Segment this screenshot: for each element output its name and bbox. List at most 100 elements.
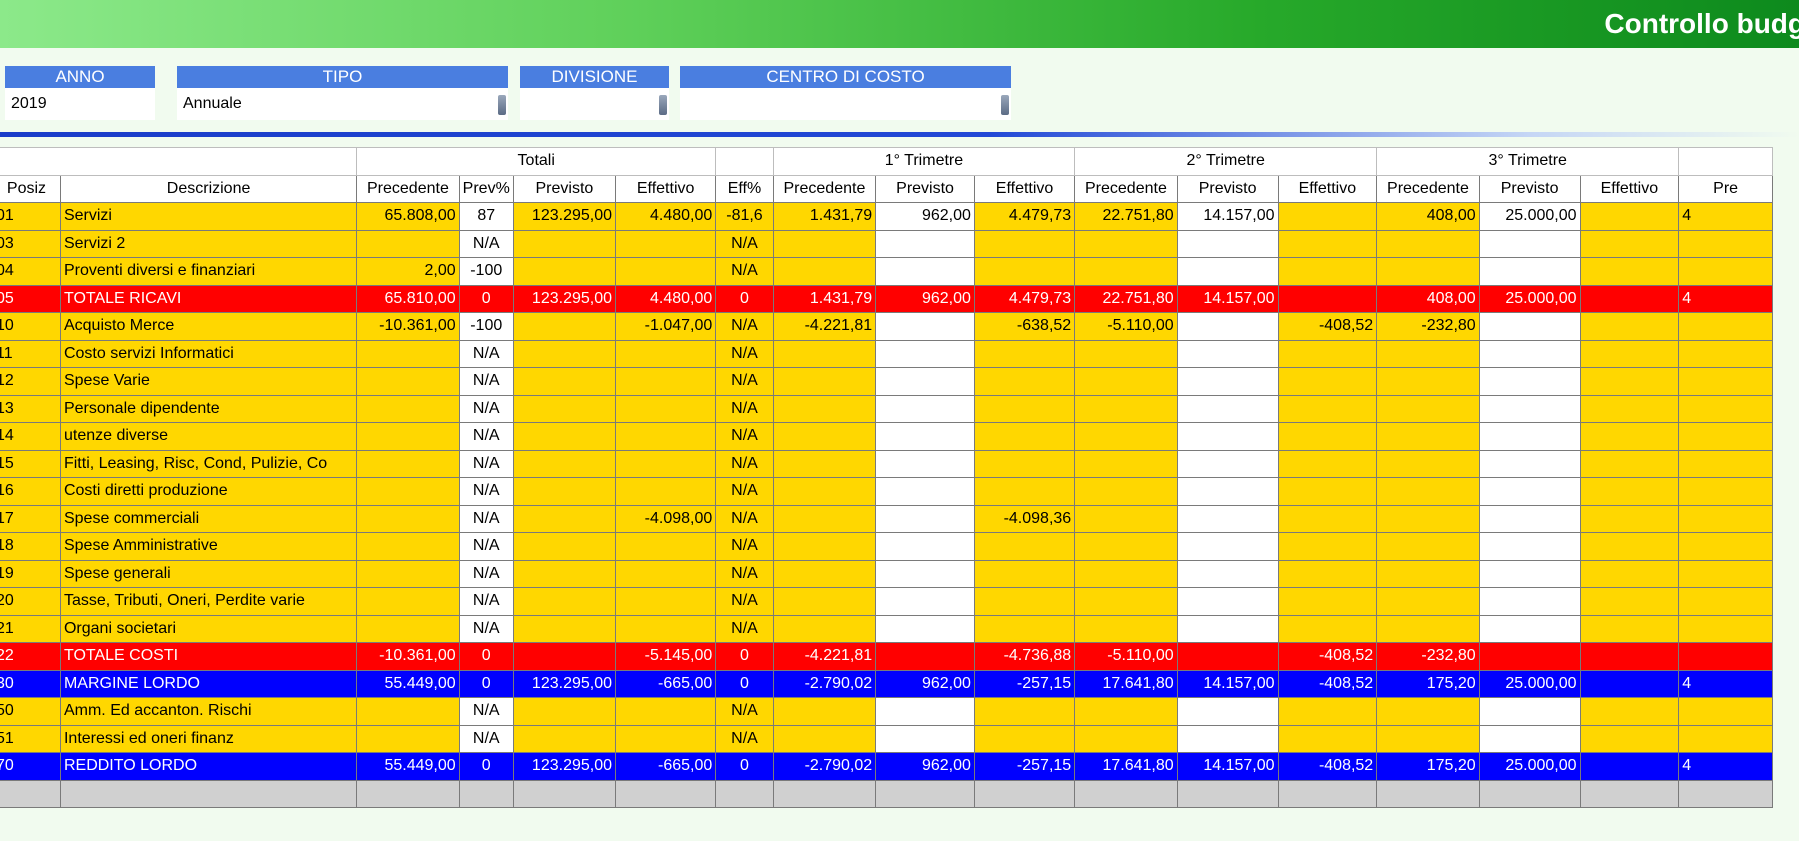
table-cell[interactable] bbox=[1579, 752, 1680, 781]
anno-input[interactable]: 2019 bbox=[5, 88, 155, 120]
table-cell[interactable]: N/A bbox=[458, 229, 514, 258]
table-cell[interactable] bbox=[614, 614, 717, 643]
table-cell[interactable] bbox=[1579, 449, 1680, 478]
table-cell[interactable] bbox=[1376, 559, 1480, 588]
table-cell[interactable] bbox=[1579, 394, 1680, 423]
table-cell[interactable]: 14.157,00 bbox=[1176, 752, 1279, 781]
table-cell[interactable]: 22.751,80 bbox=[1074, 202, 1178, 231]
table-cell[interactable] bbox=[1176, 779, 1279, 808]
table-cell[interactable] bbox=[1074, 229, 1178, 258]
table-row[interactable]: 05TOTALE RICAVI65.810,000123.295,004.480… bbox=[0, 284, 1773, 313]
table-cell[interactable] bbox=[1277, 532, 1378, 561]
table-cell[interactable]: -5.145,00 bbox=[614, 642, 717, 671]
table-cell[interactable] bbox=[356, 697, 460, 726]
table-cell[interactable] bbox=[1176, 449, 1279, 478]
column-header[interactable]: Effettivo bbox=[973, 174, 1076, 203]
table-cell[interactable] bbox=[356, 559, 460, 588]
table-cell[interactable] bbox=[614, 422, 717, 451]
table-cell[interactable] bbox=[512, 697, 617, 726]
table-cell[interactable]: N/A bbox=[715, 312, 774, 341]
table-cell[interactable]: N/A bbox=[458, 614, 514, 643]
table-cell[interactable] bbox=[875, 477, 975, 506]
table-cell[interactable] bbox=[1376, 394, 1480, 423]
table-cell[interactable] bbox=[1579, 339, 1680, 368]
table-cell[interactable] bbox=[772, 587, 877, 616]
table-cell[interactable]: 4 bbox=[1678, 669, 1773, 698]
table-cell[interactable] bbox=[875, 779, 975, 808]
table-cell[interactable]: 175,20 bbox=[1376, 669, 1480, 698]
table-cell[interactable] bbox=[1678, 614, 1773, 643]
table-cell[interactable]: N/A bbox=[458, 532, 514, 561]
table-cell[interactable]: 55.449,00 bbox=[356, 752, 460, 781]
table-cell[interactable] bbox=[1277, 559, 1378, 588]
table-cell[interactable]: N/A bbox=[458, 394, 514, 423]
table-cell[interactable] bbox=[356, 614, 460, 643]
table-cell[interactable] bbox=[1176, 422, 1279, 451]
table-cell[interactable]: -665,00 bbox=[614, 752, 717, 781]
column-header[interactable]: Descrizione bbox=[59, 174, 358, 203]
table-cell[interactable]: utenze diverse bbox=[59, 422, 358, 451]
table-cell[interactable] bbox=[356, 229, 460, 258]
table-cell[interactable]: Amm. Ed accanton. Rischi bbox=[59, 697, 358, 726]
table-cell[interactable] bbox=[1277, 394, 1378, 423]
table-cell[interactable] bbox=[356, 367, 460, 396]
column-header[interactable]: Effettivo bbox=[1579, 174, 1680, 203]
table-cell[interactable] bbox=[1478, 312, 1581, 341]
table-cell[interactable] bbox=[1376, 477, 1480, 506]
table-cell[interactable] bbox=[1678, 229, 1773, 258]
table-cell[interactable] bbox=[973, 422, 1076, 451]
table-cell[interactable]: 17 bbox=[0, 504, 61, 533]
table-cell[interactable] bbox=[1277, 229, 1378, 258]
table-cell[interactable]: N/A bbox=[715, 614, 774, 643]
table-cell[interactable] bbox=[1478, 229, 1581, 258]
table-cell[interactable] bbox=[1478, 394, 1581, 423]
table-cell[interactable] bbox=[772, 697, 877, 726]
table-cell[interactable] bbox=[614, 532, 717, 561]
table-cell[interactable] bbox=[875, 339, 975, 368]
table-cell[interactable]: N/A bbox=[715, 559, 774, 588]
table-cell[interactable] bbox=[1376, 257, 1480, 286]
table-cell[interactable]: 15 bbox=[0, 449, 61, 478]
table-cell[interactable] bbox=[1478, 642, 1581, 671]
table-cell[interactable] bbox=[772, 532, 877, 561]
table-cell[interactable]: Interessi ed oneri finanz bbox=[59, 724, 358, 753]
table-cell[interactable]: N/A bbox=[715, 697, 774, 726]
column-header[interactable]: Effettivo bbox=[614, 174, 717, 203]
table-cell[interactable]: N/A bbox=[458, 697, 514, 726]
table-cell[interactable] bbox=[614, 724, 717, 753]
table-cell[interactable] bbox=[1678, 697, 1773, 726]
table-cell[interactable]: Spese commerciali bbox=[59, 504, 358, 533]
table-cell[interactable] bbox=[1376, 367, 1480, 396]
table-cell[interactable] bbox=[1277, 504, 1378, 533]
table-cell[interactable] bbox=[512, 532, 617, 561]
table-cell[interactable] bbox=[772, 504, 877, 533]
table-cell[interactable]: 962,00 bbox=[875, 669, 975, 698]
table-cell[interactable] bbox=[1277, 587, 1378, 616]
table-row[interactable]: 21Organi societari N/A N/A bbox=[0, 614, 1773, 643]
table-cell[interactable]: -408,52 bbox=[1277, 669, 1378, 698]
centro-di-costo-select[interactable] bbox=[680, 88, 1011, 120]
table-cell[interactable]: 408,00 bbox=[1376, 284, 1480, 313]
table-cell[interactable] bbox=[1579, 504, 1680, 533]
table-cell[interactable]: Spese Amministrative bbox=[59, 532, 358, 561]
table-cell[interactable]: N/A bbox=[715, 477, 774, 506]
table-cell[interactable] bbox=[772, 422, 877, 451]
table-cell[interactable] bbox=[1478, 257, 1581, 286]
table-cell[interactable] bbox=[1277, 202, 1378, 231]
table-row[interactable]: 03Servizi 2 N/A N/A bbox=[0, 229, 1773, 258]
table-cell[interactable] bbox=[772, 449, 877, 478]
table-cell[interactable] bbox=[1176, 642, 1279, 671]
table-cell[interactable] bbox=[1478, 724, 1581, 753]
table-cell[interactable]: 2,00 bbox=[356, 257, 460, 286]
table-cell[interactable] bbox=[1074, 477, 1178, 506]
table-cell[interactable] bbox=[1176, 724, 1279, 753]
table-cell[interactable] bbox=[614, 449, 717, 478]
table-cell[interactable] bbox=[1277, 614, 1378, 643]
table-cell[interactable] bbox=[614, 697, 717, 726]
table-cell[interactable]: 0 bbox=[458, 669, 514, 698]
table-cell[interactable] bbox=[614, 257, 717, 286]
table-cell[interactable]: 25.000,00 bbox=[1478, 202, 1581, 231]
table-cell[interactable]: N/A bbox=[458, 422, 514, 451]
table-cell[interactable] bbox=[973, 339, 1076, 368]
table-cell[interactable]: N/A bbox=[458, 559, 514, 588]
